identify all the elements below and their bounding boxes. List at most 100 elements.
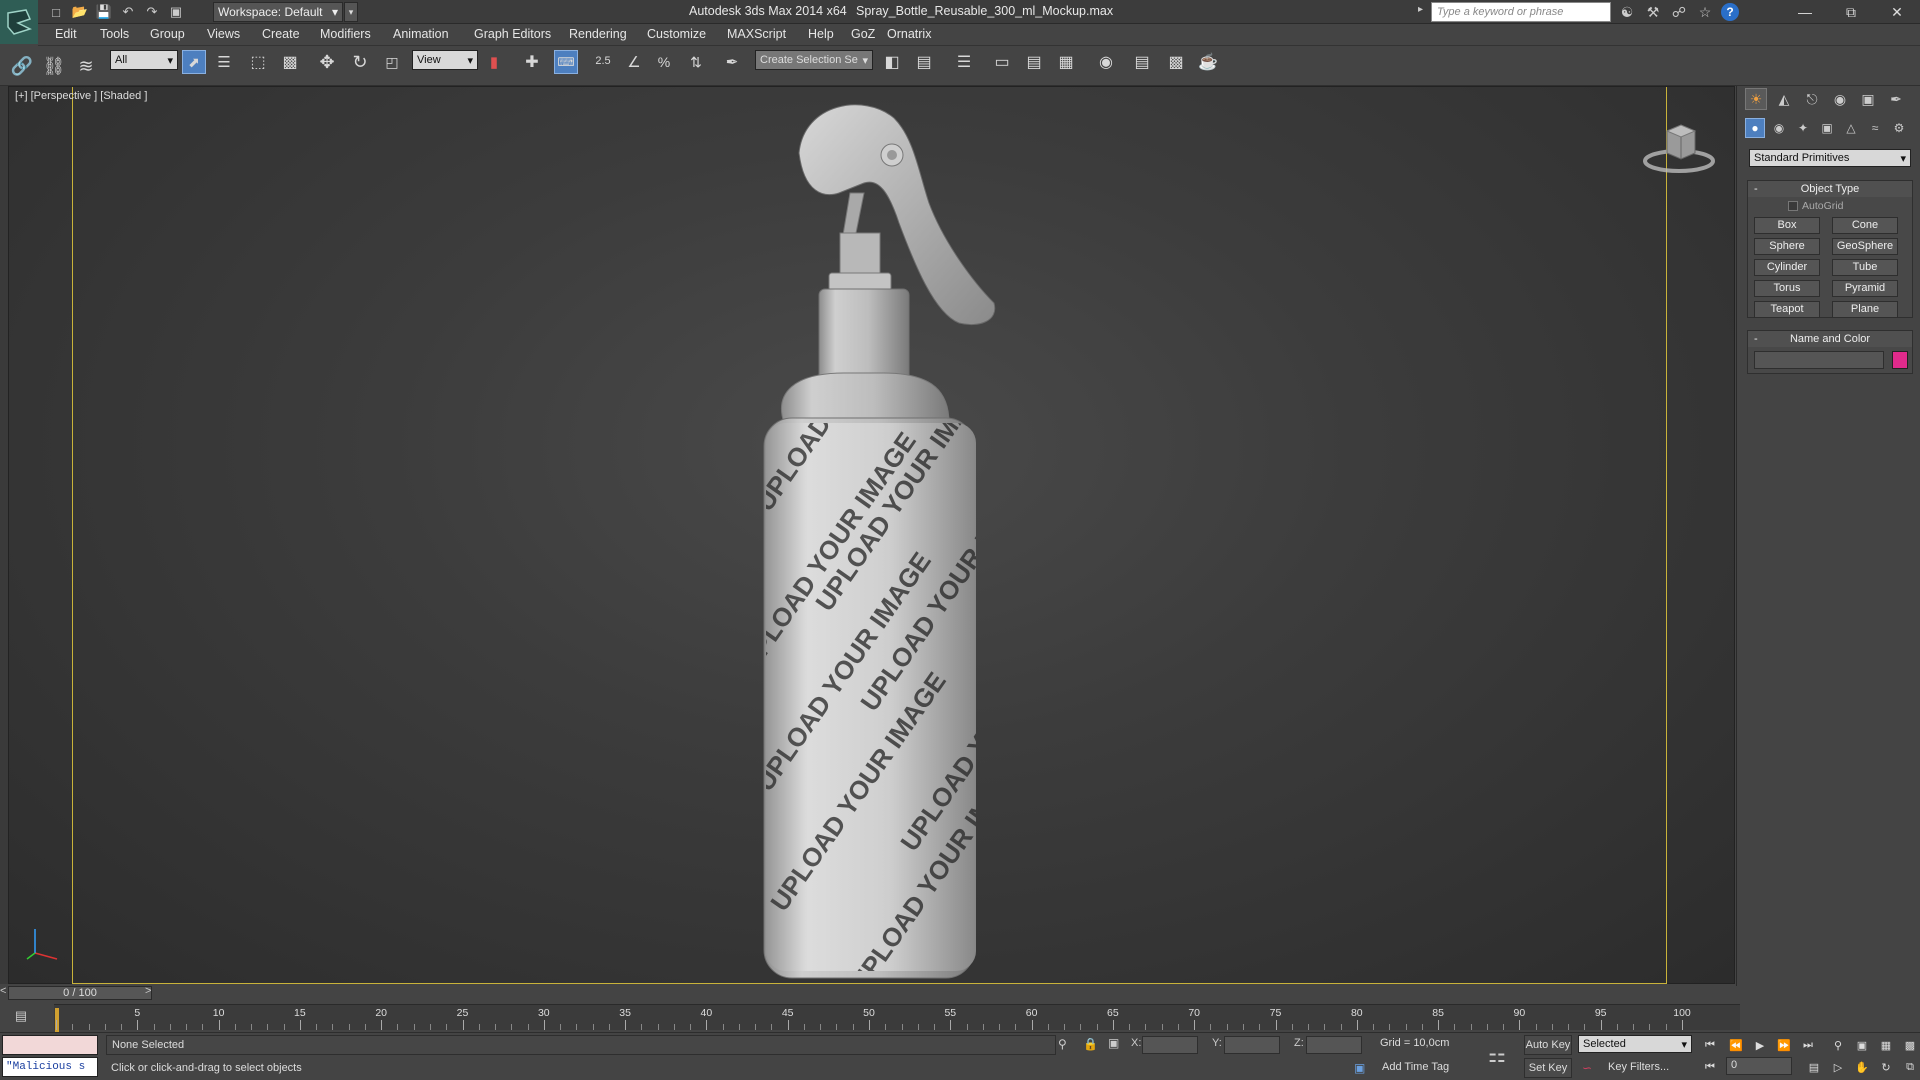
select-and-move-icon[interactable]: ✥ — [315, 50, 339, 74]
isolate-selection-icon[interactable]: ⚲ — [1058, 1037, 1067, 1051]
geometry-icon[interactable]: ● — [1745, 118, 1765, 138]
bind-to-space-warp-icon[interactable]: ≋ — [72, 52, 100, 80]
search-input[interactable]: Type a keyword or phrase — [1431, 2, 1611, 22]
select-and-link-icon[interactable]: 🔗 — [8, 52, 36, 80]
menu-animation[interactable]: Animation — [393, 27, 449, 41]
autogrid-checkbox[interactable]: AutoGrid — [1788, 200, 1843, 212]
default-in-out-tangent-icon[interactable]: ∽ — [1582, 1061, 1592, 1075]
undo-icon[interactable]: ↶ — [118, 2, 138, 22]
helpers-icon[interactable]: △ — [1841, 118, 1861, 138]
percent-snap-icon[interactable]: % — [652, 50, 676, 74]
track-ruler[interactable]: 5 10 15 20 25 30 35 40 45 50 55 60 65 70 75 80 85 90 95 100 — [54, 1004, 1740, 1032]
maximize-viewport-icon[interactable]: ⧉ — [1900, 1057, 1920, 1077]
go-to-end-icon[interactable]: ⏭ — [1798, 1035, 1818, 1055]
project-folder-icon[interactable]: ▣ — [166, 2, 186, 22]
redo-icon[interactable]: ↷ — [142, 2, 162, 22]
previous-frame-arrow-icon[interactable]: < — [0, 985, 6, 997]
previous-key-icon[interactable]: ⏪ — [1726, 1035, 1746, 1055]
graphite-toggle-icon[interactable]: ▭ — [990, 50, 1014, 74]
keyboard-shortcut-override-icon[interactable]: ⌨ — [554, 50, 578, 74]
angle-snap-icon[interactable]: ∠ — [622, 50, 646, 74]
next-frame-arrow-icon[interactable]: > — [145, 985, 151, 997]
minimize-icon[interactable]: — — [1782, 0, 1828, 24]
schematic-view-icon[interactable]: ▦ — [1054, 50, 1078, 74]
set-key-button[interactable]: Set Key — [1524, 1058, 1572, 1078]
time-configuration-icon[interactable]: ▤ — [1804, 1057, 1824, 1077]
motion-tab-icon[interactable]: ◉ — [1829, 88, 1851, 110]
create-tab-icon[interactable]: ☀ — [1745, 88, 1767, 110]
play-icon[interactable]: ▶ — [1750, 1035, 1770, 1055]
rendered-frame-window-icon[interactable]: ▩ — [1164, 50, 1188, 74]
menu-help[interactable]: Help — [808, 27, 834, 41]
viewcube-icon[interactable] — [1639, 117, 1719, 177]
search-expand-icon[interactable]: ▸ — [1418, 4, 1423, 15]
maxscript-listener-bottom[interactable]: "Malicious s — [2, 1057, 98, 1077]
menu-ornatrix[interactable]: Ornatrix — [887, 27, 931, 41]
y-coordinate-field[interactable] — [1224, 1036, 1280, 1054]
plane-button[interactable]: Plane — [1832, 301, 1898, 318]
object-color-swatch[interactable] — [1892, 351, 1908, 369]
key-mode-dropdown[interactable]: Selected ▾ — [1578, 1035, 1692, 1053]
go-to-start-icon[interactable]: ⏮ — [1700, 1035, 1720, 1055]
binoculars-icon[interactable]: ☯ — [1617, 2, 1637, 22]
tube-button[interactable]: Tube — [1832, 259, 1898, 276]
modify-tab-icon[interactable]: ◭ — [1773, 88, 1795, 110]
hierarchy-tab-icon[interactable]: ⎋ — [1801, 88, 1823, 110]
teapot-button[interactable]: Teapot — [1754, 301, 1820, 318]
field-of-view-icon[interactable]: ▷ — [1828, 1057, 1848, 1077]
select-by-name-icon[interactable]: ☰ — [212, 50, 236, 74]
named-selection-set-dropdown[interactable]: Create Selection Se ▾ — [755, 50, 873, 70]
communication-icon[interactable]: ☍ — [1669, 2, 1689, 22]
help-icon[interactable]: ? — [1721, 3, 1739, 21]
object-type-header[interactable]: - Object Type — [1748, 181, 1912, 197]
render-setup-icon[interactable]: ▤ — [1130, 50, 1154, 74]
zoom-extents-all-icon[interactable]: ▩ — [1900, 1035, 1920, 1055]
select-and-manipulate-icon[interactable]: ✚ — [520, 50, 544, 74]
current-frame-field[interactable]: 0 — [1726, 1057, 1792, 1075]
restore-icon[interactable]: ⧉ — [1828, 0, 1874, 24]
pan-view-icon[interactable]: ✋ — [1852, 1057, 1872, 1077]
unlink-selection-icon[interactable]: ⛓ — [40, 52, 68, 80]
absolute-offset-mode-icon[interactable]: ▣ — [1108, 1036, 1119, 1050]
torus-button[interactable]: Torus — [1754, 280, 1820, 297]
layer-manager-icon[interactable]: ☰ — [952, 50, 976, 74]
reference-coordinate-dropdown[interactable]: View ▾ — [412, 50, 478, 70]
space-warps-icon[interactable]: ≈ — [1865, 118, 1885, 138]
new-file-icon[interactable]: □ — [46, 2, 66, 22]
auto-key-button[interactable]: Auto Key — [1524, 1035, 1572, 1055]
menu-graph-editors[interactable]: Graph Editors — [474, 27, 551, 41]
next-key-icon[interactable]: ⏩ — [1774, 1035, 1794, 1055]
align-icon[interactable]: ▤ — [912, 50, 936, 74]
menu-customize[interactable]: Customize — [647, 27, 706, 41]
time-slider[interactable]: 0 / 100 — [8, 986, 152, 1000]
workspace-menu-arrow-icon[interactable]: ▾ — [344, 2, 358, 22]
spinner-snap-icon[interactable]: ⇅ — [684, 50, 708, 74]
add-time-tag[interactable]: Add Time Tag — [1382, 1061, 1449, 1073]
time-tag-icon[interactable]: ▣ — [1354, 1061, 1365, 1075]
material-editor-icon[interactable]: ◉ — [1094, 50, 1118, 74]
menu-create[interactable]: Create — [262, 27, 300, 41]
edit-named-selection-icon[interactable]: ✒ — [720, 50, 744, 74]
orbit-icon[interactable]: ↻ — [1876, 1057, 1896, 1077]
save-file-icon[interactable]: 💾 — [94, 2, 114, 22]
select-object-icon[interactable]: ⬈ — [182, 50, 206, 74]
spray-bottle-model[interactable]: UPLOAD YOUR IMAGE UPLOAD YOUR IMAGE UPLO… — [744, 93, 1034, 983]
cameras-icon[interactable]: ▣ — [1817, 118, 1837, 138]
zoom-extents-icon[interactable]: ▦ — [1876, 1035, 1896, 1055]
zoom-all-icon[interactable]: ▣ — [1852, 1035, 1872, 1055]
set-keys-key-icon[interactable]: ⚏ — [1488, 1043, 1506, 1068]
menu-edit[interactable]: Edit — [55, 27, 77, 41]
menu-group[interactable]: Group — [150, 27, 185, 41]
select-and-rotate-icon[interactable]: ↻ — [348, 50, 372, 74]
box-button[interactable]: Box — [1754, 217, 1820, 234]
maxscript-listener-top[interactable] — [2, 1035, 98, 1055]
menu-maxscript[interactable]: MAXScript — [727, 27, 786, 41]
display-tab-icon[interactable]: ▣ — [1857, 88, 1879, 110]
mini-curve-editor-icon[interactable]: ▤ — [10, 1008, 32, 1026]
sphere-button[interactable]: Sphere — [1754, 238, 1820, 255]
window-crossing-icon[interactable]: ▩ — [278, 50, 302, 74]
key-filters-button[interactable]: Key Filters... — [1608, 1061, 1669, 1073]
cylinder-button[interactable]: Cylinder — [1754, 259, 1820, 276]
menu-views[interactable]: Views — [207, 27, 240, 41]
close-icon[interactable]: ✕ — [1874, 0, 1920, 24]
